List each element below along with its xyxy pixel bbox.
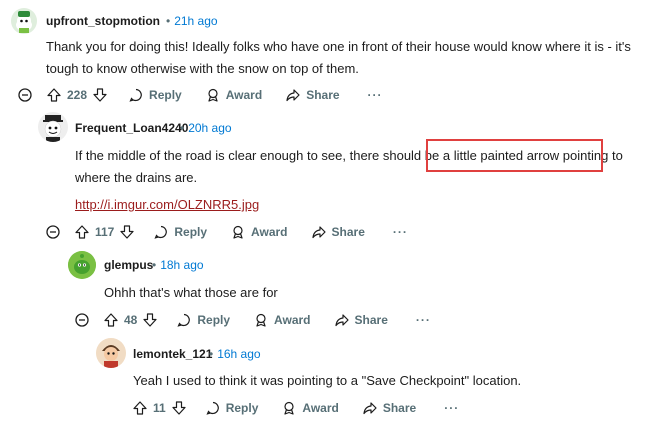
more-options-label: ···: [415, 313, 431, 327]
upvote-icon[interactable]: [104, 313, 118, 327]
timestamp-text: 16h ago: [217, 347, 261, 361]
vote-count: 11: [153, 401, 166, 415]
timestamp[interactable]: • 20h ago: [180, 121, 232, 135]
more-options-label: ···: [367, 88, 383, 102]
username[interactable]: upfront_stopmotion: [46, 14, 160, 28]
upvote-icon[interactable]: [47, 88, 61, 102]
award-icon: [256, 313, 266, 327]
username[interactable]: lemontek_121: [133, 347, 212, 361]
upvote-icon[interactable]: [133, 401, 147, 415]
award-button[interactable]: Award: [254, 313, 311, 327]
share-label: Share: [354, 313, 388, 327]
reply-button[interactable]: Reply: [206, 401, 259, 415]
vote-group: 11: [133, 401, 186, 415]
timestamp[interactable]: • 18h ago: [152, 258, 204, 272]
collapse-icon[interactable]: [18, 88, 32, 102]
reply-icon: [206, 401, 219, 415]
reply-button[interactable]: Reply: [129, 88, 182, 102]
award-label: Award: [302, 401, 339, 415]
separator: •: [152, 258, 157, 272]
reply-label: Reply: [197, 313, 231, 327]
more-options-label: ···: [392, 225, 408, 239]
comment-body: Yeah I used to think it was pointing to …: [133, 373, 522, 388]
share-icon: [311, 226, 326, 239]
award-icon: [208, 88, 218, 102]
award-button[interactable]: Award: [231, 225, 288, 239]
downvote-icon[interactable]: [120, 225, 134, 239]
reply-icon: [177, 313, 191, 327]
vote-count: 117: [95, 225, 115, 239]
share-button[interactable]: Share: [363, 401, 416, 415]
reply-icon: [129, 88, 142, 102]
avatar[interactable]: [68, 251, 96, 279]
upvote-icon[interactable]: [75, 225, 89, 239]
award-icon: [284, 401, 294, 415]
vote-group: 117: [75, 225, 134, 239]
more-options-button[interactable]: ···: [393, 225, 408, 239]
share-icon: [334, 314, 349, 327]
share-label: Share: [306, 88, 340, 102]
downvote-icon[interactable]: [143, 313, 157, 327]
reply-button[interactable]: Reply: [177, 313, 230, 327]
separator: •: [209, 347, 214, 361]
award-icon: [233, 225, 243, 239]
timestamp[interactable]: • 16h ago: [209, 347, 261, 361]
vote-count: 228: [67, 88, 88, 102]
more-options-button[interactable]: ···: [368, 88, 383, 102]
vote-count: 48: [124, 313, 138, 327]
share-icon: [286, 89, 300, 102]
award-button[interactable]: Award: [206, 88, 262, 102]
separator: •: [180, 121, 185, 135]
share-label: Share: [382, 401, 417, 415]
timestamp-text: 18h ago: [160, 258, 204, 272]
award-button[interactable]: Award: [282, 401, 339, 415]
comment-text: If the middle of the road is clear enoug…: [75, 148, 443, 163]
share-button[interactable]: Share: [334, 313, 388, 327]
reply-button[interactable]: Reply: [154, 225, 207, 239]
vote-group: 48: [104, 313, 157, 327]
reply-label: Reply: [225, 401, 259, 415]
share-icon: [363, 402, 377, 415]
award-label: Award: [274, 313, 311, 327]
comment-link[interactable]: http://i.imgur.com/OLZNRR5.jpg: [75, 197, 259, 212]
vote-group: 228: [47, 88, 107, 102]
share-label: Share: [331, 225, 365, 239]
avatar[interactable]: [96, 338, 126, 368]
comment-actions: 48 Reply Award Share ···: [104, 309, 449, 331]
highlight-annotation: [426, 139, 603, 172]
comment-link-line: http://i.imgur.com/OLZNRR5.jpg: [75, 194, 259, 216]
reply-label: Reply: [174, 225, 208, 239]
award-label: Award: [251, 225, 288, 239]
more-options-label: ···: [444, 401, 460, 415]
avatar[interactable]: [38, 112, 68, 142]
comment-actions: 117 Reply Award Share ···: [75, 221, 426, 243]
username[interactable]: glempus: [104, 258, 153, 272]
more-options-button[interactable]: ···: [444, 401, 459, 415]
comment-body: Ohhh that's what those are for: [104, 285, 278, 300]
share-button[interactable]: Share: [311, 225, 365, 239]
separator: •: [166, 14, 171, 28]
reply-icon: [154, 225, 168, 239]
comment-body: Thank you for doing this! Ideally folks …: [46, 39, 631, 76]
reply-label: Reply: [149, 88, 182, 102]
comment-actions: 11 Reply Award Share ···: [133, 397, 477, 419]
timestamp-text: 20h ago: [188, 121, 232, 135]
more-options-button[interactable]: ···: [416, 313, 431, 327]
timestamp-text: 21h ago: [174, 14, 218, 28]
collapse-icon[interactable]: [46, 225, 60, 239]
share-button[interactable]: Share: [286, 88, 340, 102]
avatar[interactable]: [11, 8, 37, 34]
downvote-icon[interactable]: [93, 88, 107, 102]
username[interactable]: Frequent_Loan4240: [75, 121, 188, 135]
collapse-icon[interactable]: [75, 313, 89, 327]
comment-actions: 228 Reply Award Share ···: [47, 84, 401, 106]
downvote-icon[interactable]: [172, 401, 186, 415]
timestamp[interactable]: • 21h ago: [166, 14, 218, 28]
award-label: Award: [225, 88, 263, 102]
